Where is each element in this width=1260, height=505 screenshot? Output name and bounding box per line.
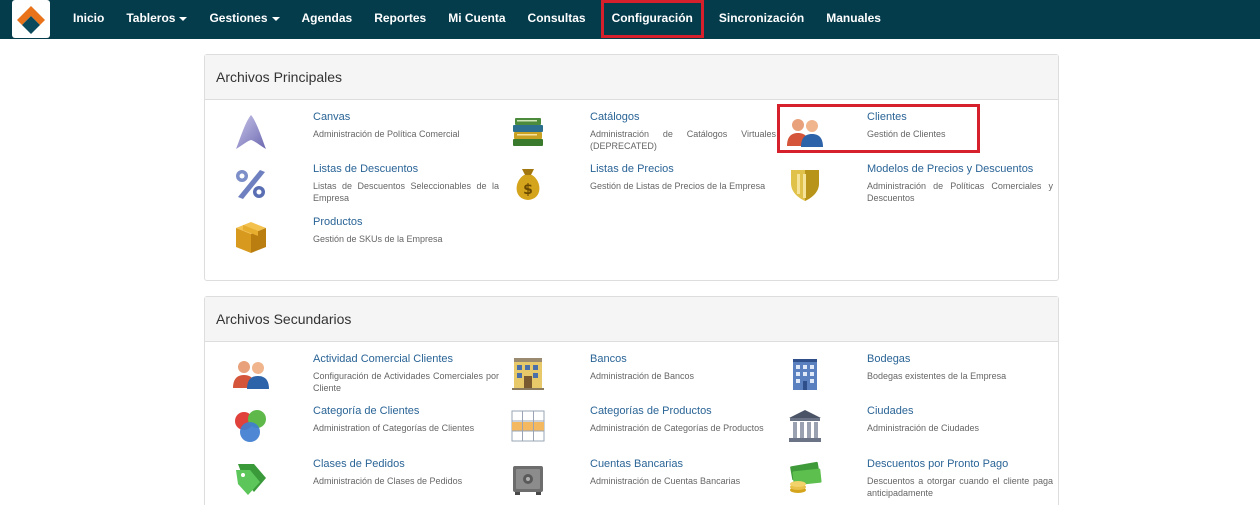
panel-archivos-secundarios: Archivos Secundarios Actividad Comercial…: [204, 296, 1059, 505]
menu-item-title[interactable]: Modelos de Precios y Descuentos: [867, 162, 1053, 176]
nav-agendas-label: Agendas: [301, 11, 353, 25]
menu-item-desc: Administración de Catálogos Virtuales (D…: [590, 129, 776, 151]
caret-down-icon: [271, 16, 280, 21]
nav-manuales-label: Manuales: [826, 11, 881, 25]
app-logo[interactable]: [12, 0, 50, 38]
menu-item-desc: Administración de Ciudades: [867, 423, 980, 433]
menu-item-desc: Administración de Categorías de Producto…: [590, 423, 764, 433]
nav-consultas[interactable]: Consultas: [517, 0, 597, 38]
menu-item-desc: Administración de Cuentas Bancarias: [590, 476, 741, 486]
menu-item-title[interactable]: Clases de Pedidos: [313, 457, 499, 471]
nav-sincronizacion[interactable]: Sincronización: [708, 0, 815, 38]
nav-agendas[interactable]: Agendas: [291, 0, 364, 38]
percent-icon: [221, 162, 281, 206]
warehouse-icon: [775, 352, 835, 396]
users-icon: [221, 352, 281, 396]
nav-tableros-label: Tableros: [126, 11, 176, 25]
safe-icon: [498, 457, 558, 501]
menu-item-title[interactable]: Catálogos: [590, 110, 776, 124]
menu-item-title[interactable]: Actividad Comercial Clientes: [313, 352, 499, 366]
nav-gestiones[interactable]: Gestiones: [198, 0, 290, 38]
menu-item-title[interactable]: Listas de Precios: [590, 162, 776, 176]
nav-manuales[interactable]: Manuales: [815, 0, 892, 38]
menu-item-desc: Gestión de SKUs de la Empresa: [313, 234, 443, 244]
menu-item-title[interactable]: Descuentos por Pronto Pago: [867, 457, 1053, 471]
panel-heading: Archivos Principales: [205, 55, 1058, 100]
cash-icon: [775, 457, 835, 501]
caret-down-icon: [179, 16, 188, 21]
box-icon: [221, 215, 281, 259]
canvas-icon: [221, 110, 281, 154]
menu-item-title[interactable]: Cuentas Bancarias: [590, 457, 776, 471]
nav-configuracion-label: Configuración: [611, 11, 693, 25]
menu-item-desc: Configuración de Actividades Comerciales…: [313, 371, 499, 393]
nav-mi-cuenta-label: Mi Cuenta: [448, 11, 506, 25]
menu-item-desc: Bodegas existentes de la Empresa: [867, 371, 1007, 381]
bank-building-icon: [498, 352, 558, 396]
shield-icon: [775, 162, 835, 206]
menu-item-title[interactable]: Bodegas: [867, 352, 1053, 366]
menu-item-title[interactable]: Categoría de Clientes: [313, 404, 499, 418]
highlight-box: [777, 104, 980, 153]
nav-inicio-label: Inicio: [73, 11, 105, 25]
top-navbar: Inicio Tableros Gestiones Agendas Report…: [0, 0, 1260, 39]
circles-icon: [221, 404, 281, 448]
menu-item-title[interactable]: Listas de Descuentos: [313, 162, 499, 176]
nav-consultas-label: Consultas: [527, 11, 586, 25]
menu-item-desc: Descuentos a otorgar cuando el cliente p…: [867, 476, 1053, 498]
menu-item-desc: Administración de Política Comercial: [313, 129, 460, 139]
nav-configuracion[interactable]: Configuración: [600, 0, 704, 38]
menu-item-title[interactable]: Canvas: [313, 110, 499, 124]
books-icon: [498, 110, 558, 154]
menu-item-title[interactable]: Categorías de Productos: [590, 404, 776, 418]
panel-archivos-principales: Archivos Principales Canvas Administraci…: [204, 54, 1059, 281]
menu-item-title[interactable]: Productos: [313, 215, 499, 229]
panel-heading: Archivos Secundarios: [205, 297, 1058, 342]
menu-item-title[interactable]: Ciudades: [867, 404, 1053, 418]
money-bag-icon: $: [498, 162, 558, 206]
menu-item-desc: Administration of Categorías de Clientes: [313, 423, 475, 433]
nav-mi-cuenta[interactable]: Mi Cuenta: [437, 0, 516, 38]
svg-text:$: $: [523, 182, 533, 198]
menu-item-desc: Gestión de Listas de Precios de la Empre…: [590, 181, 766, 191]
menu-item-desc: Administración de Políticas Comerciales …: [867, 181, 1053, 203]
nav-tableros[interactable]: Tableros: [115, 0, 198, 38]
nav-reportes[interactable]: Reportes: [363, 0, 437, 38]
menu-item-desc: Listas de Descuentos Seleccionables de l…: [313, 181, 499, 203]
tags-icon: [221, 457, 281, 501]
menu-item-desc: Administración de Clases de Pedidos: [313, 476, 463, 486]
nav-sincronizacion-label: Sincronización: [718, 11, 805, 25]
nav-gestiones-label: Gestiones: [209, 11, 268, 25]
nav-reportes-label: Reportes: [374, 11, 427, 25]
nav-inicio[interactable]: Inicio: [62, 0, 115, 38]
table-icon: [498, 404, 558, 448]
columns-building-icon: [775, 404, 835, 448]
menu-item-title[interactable]: Bancos: [590, 352, 776, 366]
menu-item-desc: Administración de Bancos: [590, 371, 695, 381]
